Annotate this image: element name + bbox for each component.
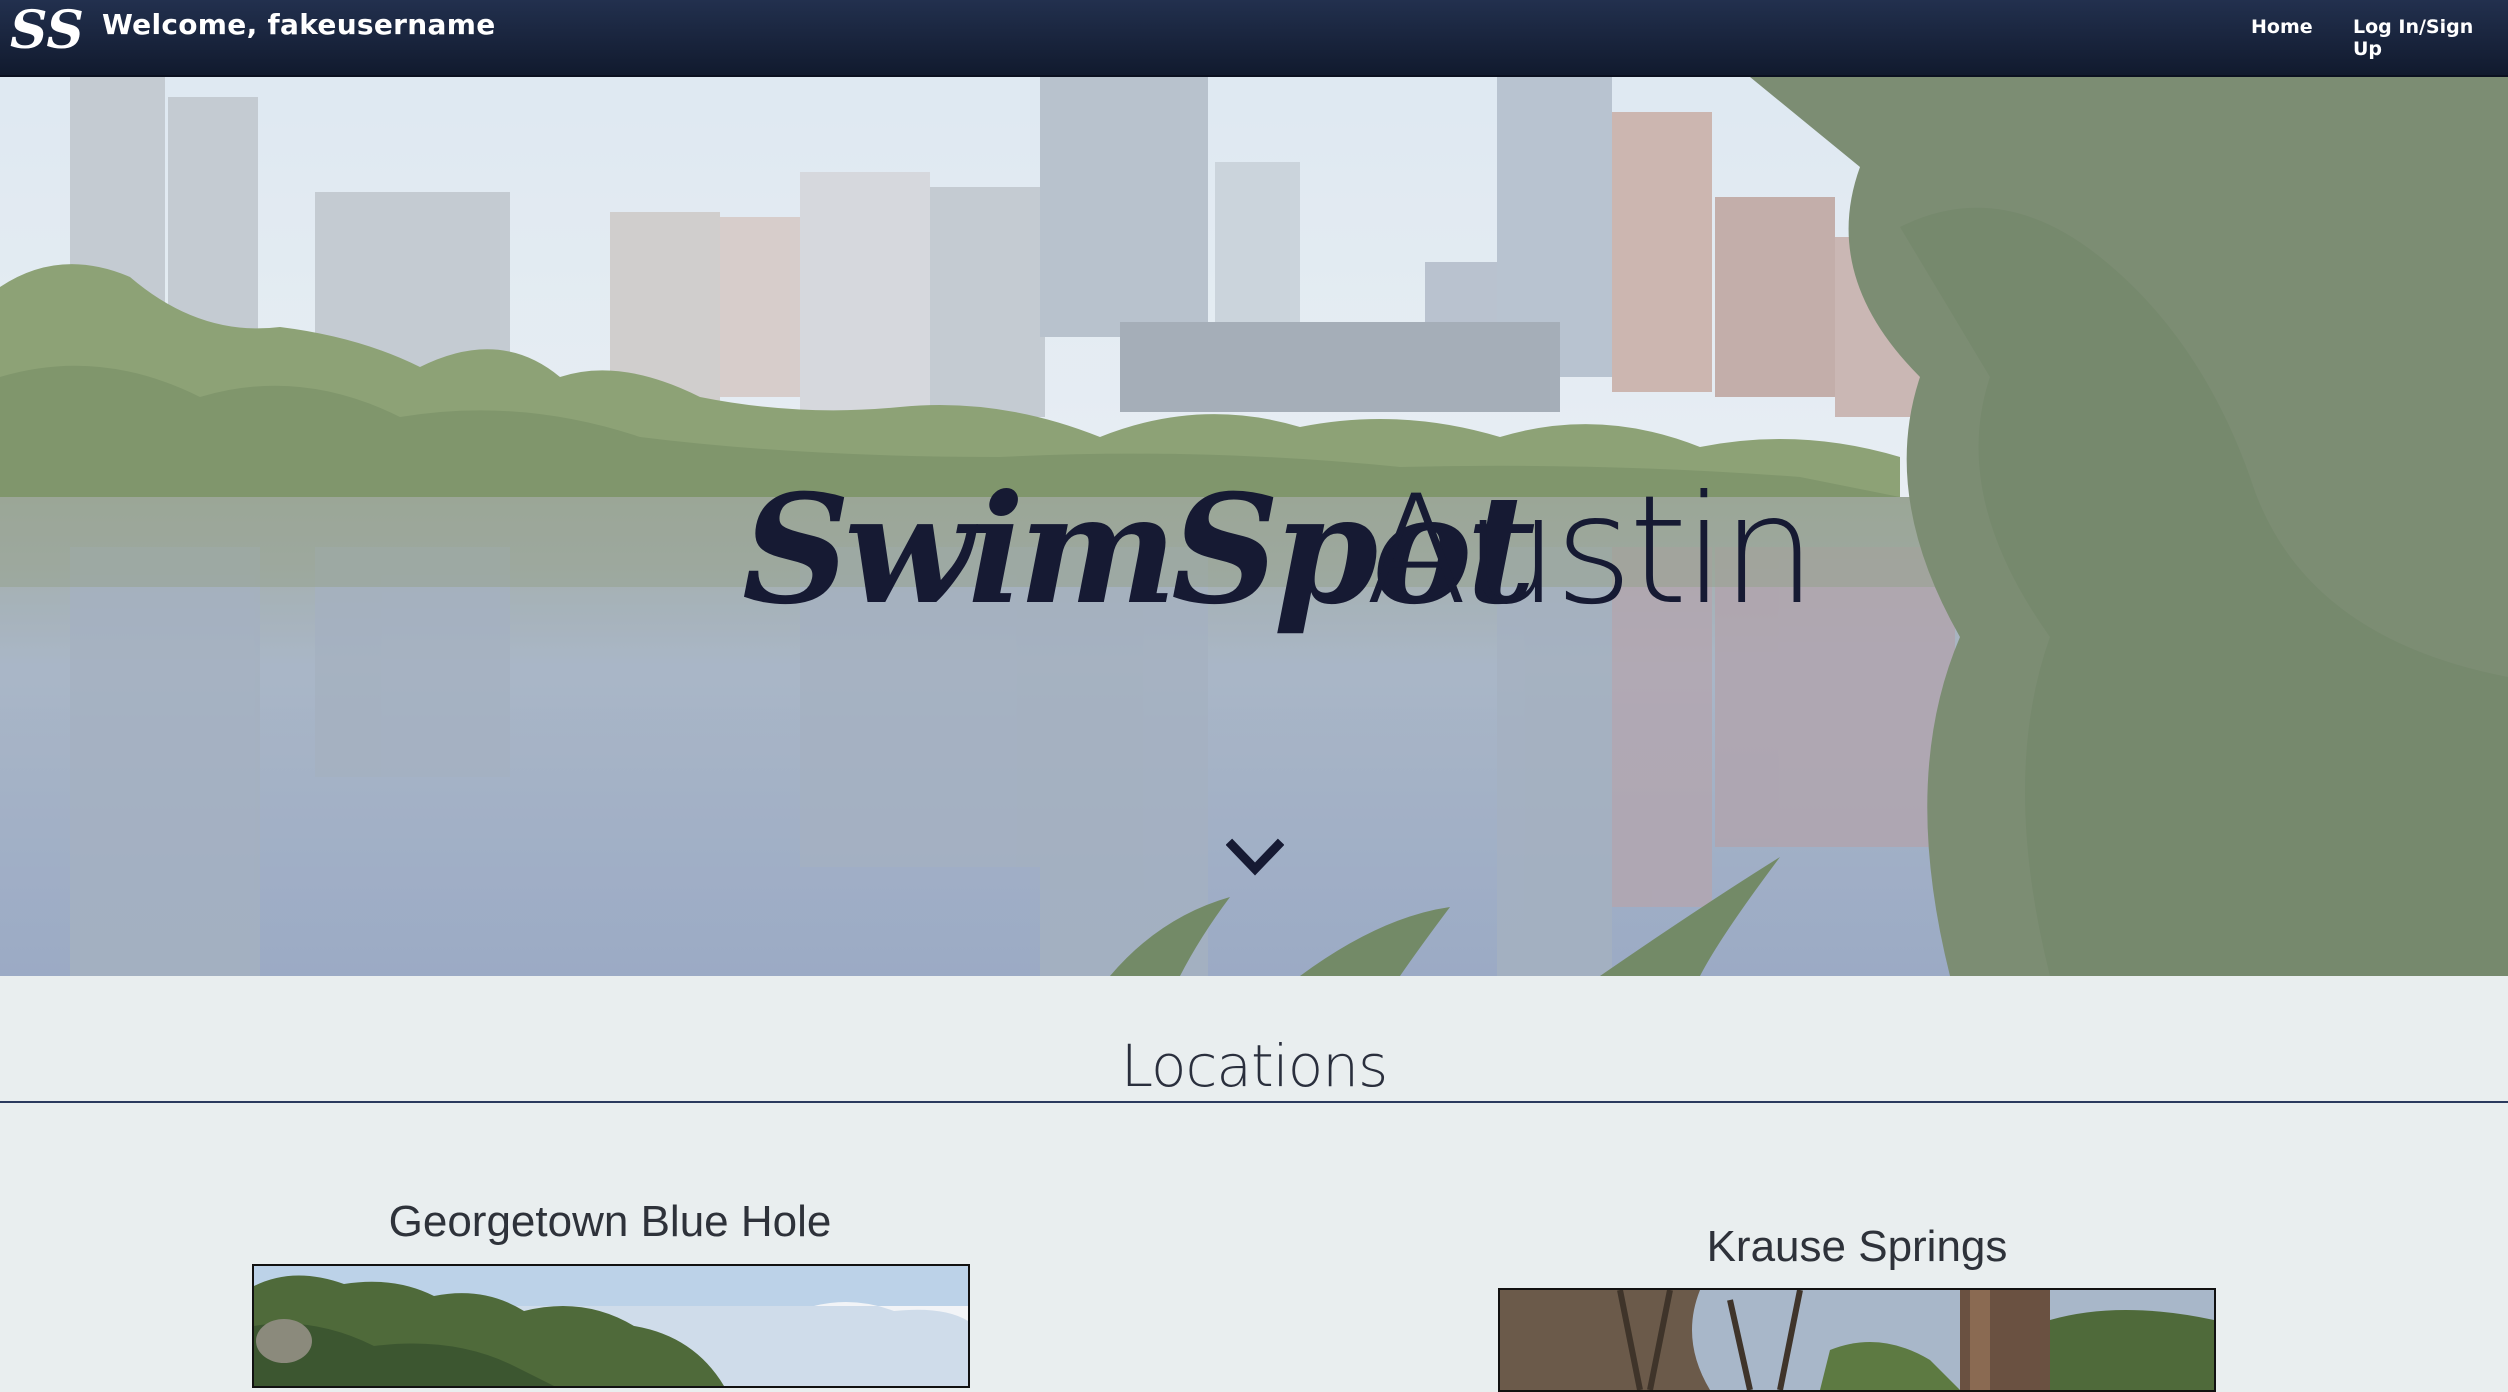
- logo[interactable]: SS: [8, 0, 82, 64]
- brand-austin: Austin: [1365, 464, 1812, 638]
- locations-heading: Locations: [1120, 1032, 1389, 1100]
- location-title-georgetown-blue-hole[interactable]: Georgetown Blue Hole: [250, 1197, 970, 1247]
- navbar: SS Welcome, fakeusername Home Log In/Sig…: [0, 0, 2508, 77]
- hero-banner: SwimSpot Austin: [0, 77, 2508, 976]
- section-divider: [0, 1101, 2508, 1103]
- location-image-krause-springs[interactable]: [1498, 1288, 2216, 1392]
- welcome-message: Welcome, fakeusername: [102, 8, 496, 41]
- nav-home-link[interactable]: Home: [2251, 16, 2313, 38]
- location-title-krause-springs[interactable]: Krause Springs: [1497, 1222, 2217, 1272]
- location-image-georgetown-blue-hole[interactable]: [252, 1264, 970, 1388]
- nav-login-signup-link[interactable]: Log In/Sign Up: [2353, 16, 2508, 60]
- site-brand-logo: SwimSpot Austin: [742, 462, 1816, 638]
- chevron-down-icon[interactable]: [1226, 837, 1284, 877]
- logo-text: SS: [10, 0, 82, 61]
